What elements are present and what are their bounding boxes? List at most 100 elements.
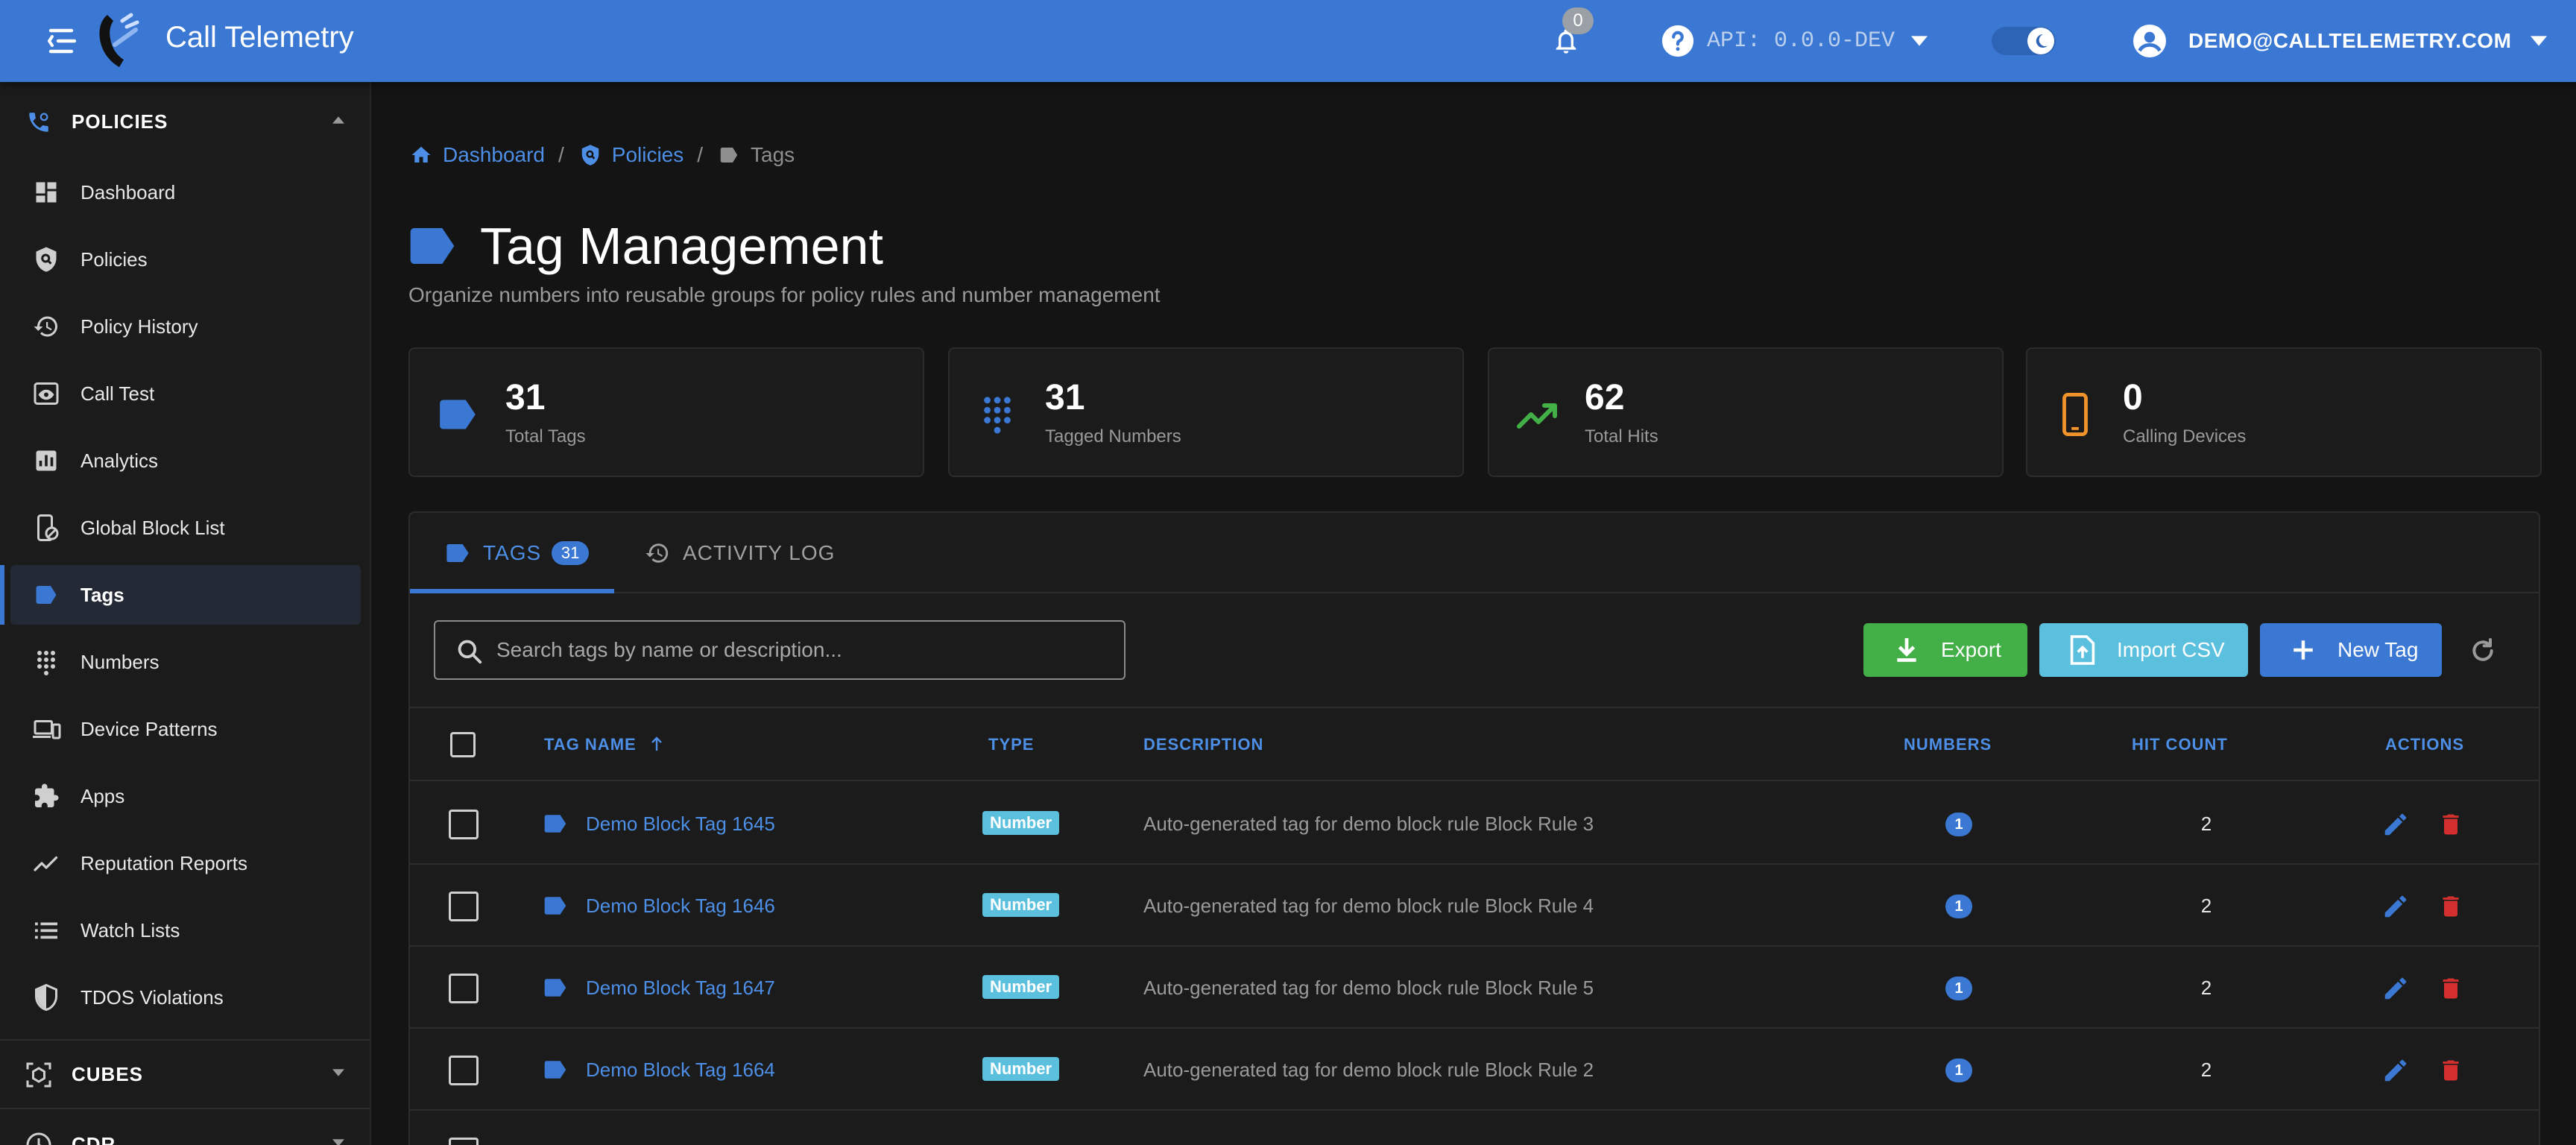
hit-count: 2 xyxy=(2200,813,2212,835)
delete-button[interactable] xyxy=(2434,808,2467,841)
tag-name-link[interactable]: Demo Block Tag 1646 xyxy=(586,895,775,918)
column-header-type[interactable]: TYPE xyxy=(988,735,1034,754)
file-upload-icon xyxy=(2066,634,2099,666)
numbers-count-badge[interactable]: 1 xyxy=(1945,1059,1972,1082)
export-button-label: Export xyxy=(1941,638,2001,661)
sidebar-item-dashboard[interactable]: Dashboard xyxy=(10,163,361,222)
edit-button[interactable] xyxy=(2379,808,2412,841)
row-checkbox[interactable] xyxy=(449,892,479,921)
row-checkbox[interactable] xyxy=(449,1056,479,1085)
trash-icon xyxy=(2443,814,2459,835)
tag-icon xyxy=(543,893,568,918)
table-row[interactable]: Demo Block Tag 1646 Number Auto-generate… xyxy=(410,865,2539,947)
sidebar-item-policies[interactable]: Policies xyxy=(10,230,361,289)
sidebar-item-global-block-list[interactable]: Global Block List xyxy=(10,498,361,558)
shield-search-icon xyxy=(578,142,603,168)
sidebar-section-policies[interactable]: POLICIES xyxy=(0,88,370,155)
column-header-description[interactable]: DESCRIPTION xyxy=(1143,735,1263,754)
chevron-down-icon xyxy=(1911,36,1928,46)
api-version-label: API: 0.0.0-DEV xyxy=(1707,28,1895,54)
column-header-numbers[interactable]: NUMBERS xyxy=(1904,735,1992,754)
column-header-hit-count[interactable]: HIT COUNT xyxy=(2132,735,2228,754)
table-row-partial[interactable] xyxy=(410,1111,2539,1145)
edit-button[interactable] xyxy=(2379,972,2412,1005)
sidebar-item-tdos-violations[interactable]: TDOS Violations xyxy=(10,968,361,1027)
chevron-up-icon xyxy=(332,116,344,124)
type-badge: Number xyxy=(982,893,1060,917)
select-all-checkbox[interactable] xyxy=(450,732,476,757)
tab-tags[interactable]: TAGS 31 xyxy=(443,513,590,593)
row-checkbox[interactable] xyxy=(449,974,479,1003)
stat-label: Total Tags xyxy=(505,426,586,447)
numbers-count-badge[interactable]: 1 xyxy=(1945,895,1972,918)
sidebar-item-label: Policies xyxy=(80,247,148,271)
sidebar-section-cdr[interactable]: CDR xyxy=(0,1111,370,1145)
sidebar-item-policy-history[interactable]: Policy History xyxy=(10,297,361,356)
sidebar-item-watch-lists[interactable]: Watch Lists xyxy=(10,900,361,960)
export-button[interactable]: Export xyxy=(1863,623,2027,677)
tag-name-link[interactable]: Demo Block Tag 1664 xyxy=(586,1059,775,1082)
delete-button[interactable] xyxy=(2434,890,2467,923)
delete-button[interactable] xyxy=(2434,972,2467,1005)
tag-name-link[interactable]: Demo Block Tag 1647 xyxy=(586,977,775,1000)
numbers-count-badge[interactable]: 1 xyxy=(1945,813,1972,836)
tag-description: Auto-generated tag for demo block rule B… xyxy=(1143,813,1594,835)
stat-card-total-tags: 31 Total Tags xyxy=(408,347,924,477)
tab-activity-log[interactable]: ACTIVITY LOG xyxy=(643,513,835,593)
edit-button[interactable] xyxy=(2379,1054,2412,1087)
breadcrumb-dashboard[interactable]: Dashboard xyxy=(408,142,545,168)
page-subtitle: Organize numbers into reusable groups fo… xyxy=(408,283,1161,306)
sidebar-item-tags[interactable]: Tags xyxy=(0,565,361,625)
search-input[interactable] xyxy=(496,629,1108,671)
search-icon xyxy=(453,635,486,668)
sidebar-item-apps[interactable]: Apps xyxy=(10,766,361,826)
sidebar-item-analytics[interactable]: Analytics xyxy=(10,431,361,491)
row-checkbox[interactable] xyxy=(449,1138,479,1145)
sidebar-item-label: Device Patterns xyxy=(80,717,218,740)
edit-button[interactable] xyxy=(2379,890,2412,923)
sidebar-section-cubes[interactable]: CUBES xyxy=(0,1041,370,1108)
sidebar-item-reputation-reports[interactable]: Reputation Reports xyxy=(10,833,361,893)
tag-icon xyxy=(30,578,63,611)
delete-button[interactable] xyxy=(2434,1054,2467,1087)
table-header: TAG NAME TYPE DESCRIPTION NUMBERS HIT CO… xyxy=(410,707,2539,781)
sidebar-section-label: CDR xyxy=(72,1132,116,1145)
refresh-button[interactable] xyxy=(2466,634,2500,668)
tag-icon xyxy=(543,811,568,836)
stat-value: 31 xyxy=(1045,378,1085,417)
import-csv-button[interactable]: Import CSV xyxy=(2039,623,2248,677)
tag-icon xyxy=(443,538,473,568)
phone-settings-icon xyxy=(24,107,54,137)
chevron-down-icon xyxy=(2531,36,2548,46)
breadcrumb-policies[interactable]: Policies xyxy=(578,142,684,168)
sidebar-item-label: Policy History xyxy=(80,315,198,338)
tag-icon xyxy=(543,975,568,1000)
sidebar-item-device-patterns[interactable]: Device Patterns xyxy=(10,699,361,759)
column-header-actions: ACTIONS xyxy=(2385,735,2464,754)
breadcrumb-link[interactable]: Policies xyxy=(612,143,684,167)
sidebar-item-call-test[interactable]: Call Test xyxy=(10,364,361,423)
home-icon xyxy=(408,142,434,168)
stat-label: Total Hits xyxy=(1585,426,1658,447)
column-header-tag-name[interactable]: TAG NAME xyxy=(544,735,664,754)
table-row[interactable]: Demo Block Tag 1647 Number Auto-generate… xyxy=(410,947,2539,1029)
sidebar-item-numbers[interactable]: Numbers xyxy=(10,632,361,692)
sidebar-item-label: Tags xyxy=(80,583,124,606)
stat-label: Calling Devices xyxy=(2123,426,2247,447)
sidebar-item-label: Watch Lists xyxy=(80,918,180,941)
menu-toggle-button[interactable] xyxy=(45,22,86,60)
table-row[interactable]: Demo Block Tag 1664 Number Auto-generate… xyxy=(410,1029,2539,1111)
new-tag-button[interactable]: New Tag xyxy=(2260,623,2442,677)
tag-name-link[interactable]: Demo Block Tag 1645 xyxy=(586,813,775,836)
trash-icon xyxy=(2443,978,2459,999)
search-field[interactable] xyxy=(434,620,1126,680)
table-row[interactable]: Demo Block Tag 1645 Number Auto-generate… xyxy=(410,783,2539,865)
dark-mode-toggle[interactable] xyxy=(1992,27,2056,55)
breadcrumb-link[interactable]: Dashboard xyxy=(443,143,545,167)
stat-label: Tagged Numbers xyxy=(1045,426,1181,447)
numbers-count-badge[interactable]: 1 xyxy=(1945,977,1972,1000)
shield-half-icon xyxy=(30,981,63,1014)
row-checkbox[interactable] xyxy=(449,810,479,839)
api-version-menu[interactable]: API: 0.0.0-DEV xyxy=(1661,21,1928,61)
user-menu[interactable]: DEMO@CALLTELEMETRY.COM xyxy=(2132,19,2548,63)
